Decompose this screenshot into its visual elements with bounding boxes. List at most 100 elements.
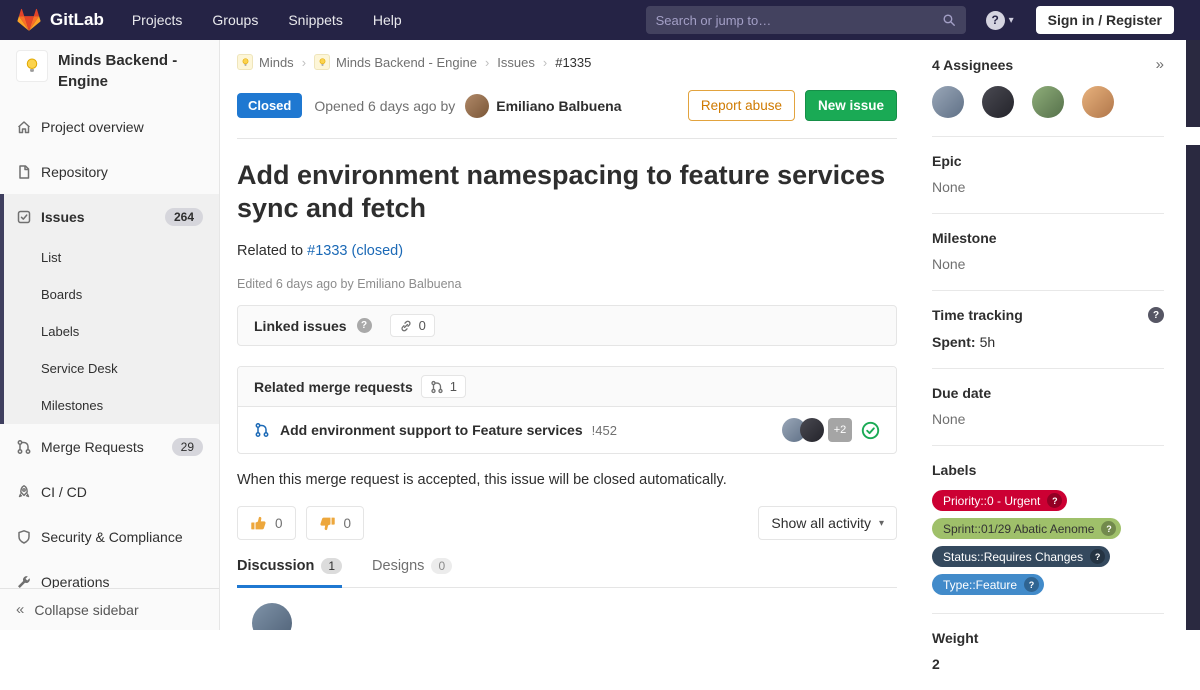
nav-link-projects[interactable]: Projects	[132, 12, 183, 28]
scoped-label-help-icon[interactable]: ?	[1090, 549, 1105, 564]
project-avatar	[16, 50, 48, 82]
breadcrumb-issues[interactable]: Issues	[497, 55, 535, 70]
sidebar-item-label: Security & Compliance	[41, 529, 183, 545]
time-tracking-title: Time tracking	[932, 307, 1023, 323]
report-abuse-button[interactable]: Report abuse	[688, 90, 795, 121]
tab-label: Designs	[372, 558, 424, 574]
help-icon[interactable]: ?	[357, 318, 372, 333]
edited-text: Edited 6 days ago by Emiliano Balbuena	[237, 277, 897, 291]
scoped-label-help-icon[interactable]: ?	[1024, 577, 1039, 592]
mr-extra-assignees-badge[interactable]: +2	[828, 418, 852, 442]
chevron-double-right-icon[interactable]: »	[1156, 56, 1164, 73]
label-text: Sprint::01/29 Abatic Aenome	[943, 522, 1094, 536]
sidebar-item-security-compliance[interactable]: Security & Compliance	[0, 514, 219, 559]
status-badge: Closed	[237, 93, 302, 118]
nav-link-groups[interactable]: Groups	[212, 12, 258, 28]
label-pill[interactable]: Priority::0 - Urgent ?	[932, 490, 1067, 511]
thumbs-up-button[interactable]: 0	[237, 506, 296, 540]
author-avatar[interactable]	[465, 94, 489, 118]
global-search-box[interactable]	[646, 6, 966, 34]
scoped-label-help-icon[interactable]: ?	[1047, 493, 1062, 508]
label-text: Type::Feature	[943, 578, 1017, 592]
brand-name[interactable]: GitLab	[50, 10, 104, 30]
breadcrumb-separator: ›	[302, 55, 306, 70]
subitem-label: Boards	[41, 287, 82, 302]
nav-link-help[interactable]: Help	[373, 12, 402, 28]
label-pill[interactable]: Sprint::01/29 Abatic Aenome ?	[932, 518, 1121, 539]
breadcrumb-group[interactable]: Minds	[237, 54, 294, 70]
spent-value: 5h	[980, 334, 996, 350]
help-icon[interactable]: ?	[1148, 307, 1164, 323]
search-icon	[942, 13, 956, 27]
issue-status-bar: Closed Opened 6 days ago by Emiliano Bal…	[237, 90, 897, 139]
spent-label: Spent:	[932, 334, 976, 350]
comment-author-avatar[interactable]	[252, 603, 292, 630]
assignee-avatar[interactable]	[1032, 86, 1064, 118]
breadcrumb-label[interactable]: Issues	[497, 55, 535, 70]
sidebar-subitem-boards[interactable]: Boards	[0, 276, 219, 313]
breadcrumb-project[interactable]: Minds Backend - Engine	[314, 54, 477, 70]
subitem-label: Service Desk	[41, 361, 118, 376]
milestone-section: Milestone None	[932, 214, 1164, 291]
issue-page-content: Minds › Minds Backend - Engine › Issues …	[220, 40, 914, 630]
related-mrs-panel: Related merge requests 1 Add environment…	[237, 366, 897, 454]
show-all-activity-dropdown[interactable]: Show all activity ▾	[758, 506, 897, 540]
help-dropdown[interactable]: ? ▾	[986, 11, 1014, 30]
tab-designs[interactable]: Designs 0	[372, 558, 452, 587]
breadcrumb-current-issue: #1335	[555, 55, 591, 70]
related-mrs-count: 1	[421, 375, 466, 398]
related-prefix: Related to	[237, 243, 303, 259]
nav-link-snippets[interactable]: Snippets	[288, 12, 342, 28]
search-input[interactable]	[656, 13, 942, 28]
merge-request-icon	[430, 380, 444, 394]
breadcrumb-label[interactable]: Minds Backend - Engine	[336, 55, 477, 70]
scrollbar[interactable]	[1186, 145, 1200, 630]
sidebar-item-issues[interactable]: Issues 264	[0, 194, 219, 239]
issue-tabs: Discussion 1 Designs 0	[237, 558, 897, 588]
issues-count-badge: 264	[165, 208, 203, 226]
label-text: Status::Requires Changes	[943, 550, 1083, 564]
mr-assignee-avatar[interactable]	[800, 418, 824, 442]
gitlab-home-link[interactable]: GitLab	[16, 7, 104, 33]
scrollbar[interactable]	[1186, 40, 1200, 127]
sidebar-item-repository[interactable]: Repository	[0, 149, 219, 194]
breadcrumb-label[interactable]: Minds	[259, 55, 294, 70]
sidebar-item-label: Merge Requests	[41, 439, 144, 455]
label-pill[interactable]: Type::Feature ?	[932, 574, 1044, 595]
due-date-value: None	[932, 411, 1164, 427]
sidebar-item-project-overview[interactable]: Project overview	[0, 104, 219, 149]
collapse-sidebar-button[interactable]: « Collapse sidebar	[0, 588, 219, 630]
related-issue-link[interactable]: #1333 (closed)	[307, 243, 403, 259]
labels-section: Labels Priority::0 - Urgent ? Sprint::01…	[932, 446, 1164, 614]
sidebar-subitem-service-desk[interactable]: Service Desk	[0, 350, 219, 387]
mr-title-link[interactable]: Add environment support to Feature servi…	[280, 422, 583, 438]
show-all-activity-label: Show all activity	[771, 515, 871, 531]
label-pill[interactable]: Status::Requires Changes ?	[932, 546, 1110, 567]
help-icon[interactable]: ?	[986, 11, 1005, 30]
thumbs-down-button[interactable]: 0	[306, 506, 365, 540]
award-emoji-row: 0 0 Show all activity ▾	[237, 506, 897, 540]
mr-reference: !452	[592, 423, 617, 438]
scoped-label-help-icon[interactable]: ?	[1101, 521, 1116, 536]
breadcrumb-label: #1335	[555, 55, 591, 70]
top-navbar: GitLab Projects Groups Snippets Help ? ▾…	[0, 0, 1200, 40]
sidebar-subitem-milestones[interactable]: Milestones	[0, 387, 219, 424]
assignee-avatar[interactable]	[1082, 86, 1114, 118]
project-context-header[interactable]: Minds Backend - Engine	[0, 40, 219, 104]
sidebar-item-ci-cd[interactable]: CI / CD	[0, 469, 219, 514]
time-spent-line: Spent:5h	[932, 334, 1164, 350]
thumbs-up-count: 0	[275, 516, 283, 531]
author-name[interactable]: Emiliano Balbuena	[496, 98, 621, 114]
collapse-sidebar-label: Collapse sidebar	[34, 602, 138, 618]
sidebar-subitem-labels[interactable]: Labels	[0, 313, 219, 350]
sidebar-item-merge-requests[interactable]: Merge Requests 29	[0, 424, 219, 469]
assignee-avatar[interactable]	[932, 86, 964, 118]
assignee-avatar[interactable]	[982, 86, 1014, 118]
auto-close-note: When this merge request is accepted, thi…	[237, 472, 897, 488]
sign-in-button[interactable]: Sign in / Register	[1036, 6, 1174, 34]
home-icon	[16, 119, 32, 135]
sidebar-subitem-list[interactable]: List	[0, 239, 219, 276]
tab-discussion[interactable]: Discussion 1	[237, 558, 342, 587]
merge-request-icon	[254, 422, 270, 438]
new-issue-button[interactable]: New issue	[805, 90, 897, 121]
